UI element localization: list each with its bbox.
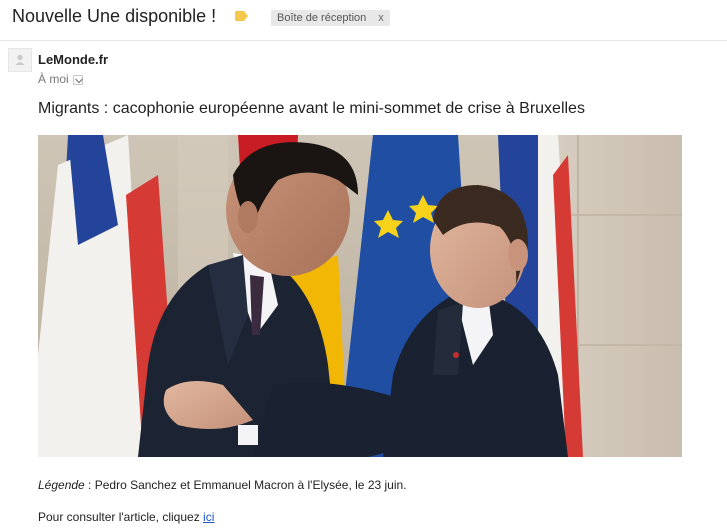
cta-text: Pour consulter l'article, cliquez bbox=[38, 510, 204, 524]
article-link[interactable]: ici bbox=[203, 510, 214, 524]
sender-avatar bbox=[8, 48, 32, 72]
inbox-label-chip[interactable]: Boîte de réception x bbox=[271, 10, 390, 26]
caption-text: : Pedro Sanchez et Emmanuel Macron à l'E… bbox=[84, 478, 407, 492]
photo-illustration bbox=[38, 135, 682, 457]
remove-label-button[interactable]: x bbox=[378, 10, 384, 26]
person-icon bbox=[15, 54, 25, 65]
email-subject: Nouvelle Une disponible ! bbox=[12, 6, 217, 26]
chevron-down-icon bbox=[74, 78, 83, 84]
details-dropdown-button[interactable] bbox=[72, 75, 83, 85]
header-divider bbox=[0, 40, 727, 41]
email-view: Nouvelle Une disponible ! Boîte de récep… bbox=[0, 0, 727, 530]
article-photo[interactable] bbox=[38, 135, 682, 457]
inbox-label-text: Boîte de réception bbox=[277, 12, 367, 24]
article-cta: Pour consulter l'article, cliquez ici bbox=[38, 510, 214, 524]
recipient-text: À moi bbox=[38, 72, 69, 86]
recipient-line: À moi bbox=[38, 72, 83, 86]
article-headline: Migrants : cacophonie européenne avant l… bbox=[38, 100, 585, 117]
sender-name[interactable]: LeMonde.fr bbox=[38, 52, 108, 67]
caption-label: Légende bbox=[38, 478, 85, 492]
label-tag-icon[interactable] bbox=[235, 11, 248, 21]
photo-caption: Légende : Pedro Sanchez et Emmanuel Macr… bbox=[38, 478, 407, 492]
